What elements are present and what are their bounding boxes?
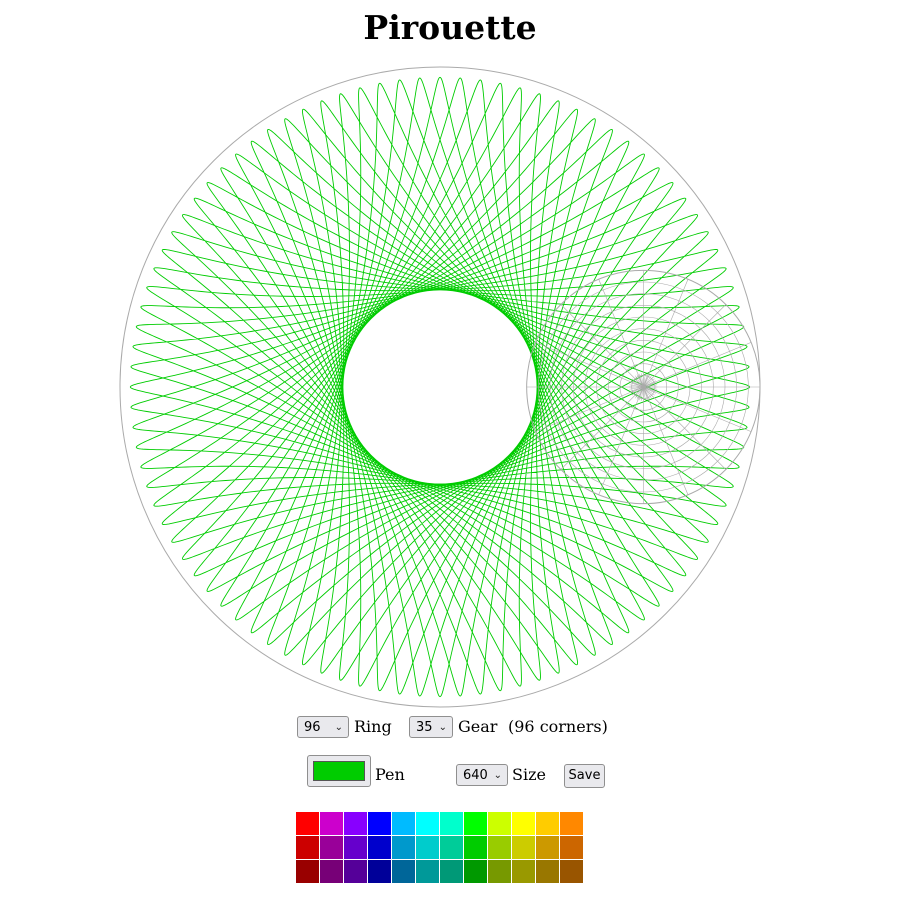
ring-select[interactable]: 96 ⌄ — [297, 716, 349, 738]
size-label: Size — [512, 765, 546, 784]
palette-swatch[interactable] — [536, 860, 559, 883]
palette-swatch[interactable] — [536, 836, 559, 859]
palette-swatch[interactable] — [368, 836, 391, 859]
palette-swatch[interactable] — [320, 836, 343, 859]
palette-swatch[interactable] — [392, 812, 415, 835]
gear-select-value: 35 — [416, 720, 433, 735]
page-title: Pirouette — [363, 8, 537, 47]
palette-swatch[interactable] — [344, 860, 367, 883]
save-button[interactable]: Save — [564, 764, 605, 788]
ring-select-value: 96 — [304, 720, 321, 735]
color-palette — [296, 812, 584, 884]
gear-guide — [526, 269, 761, 505]
palette-swatch[interactable] — [392, 836, 415, 859]
palette-swatch[interactable] — [464, 836, 487, 859]
ring-label: Ring — [354, 717, 392, 736]
palette-swatch[interactable] — [536, 812, 559, 835]
gear-spoke — [643, 304, 727, 388]
chevron-down-icon: ⌄ — [334, 722, 343, 733]
pen-color-swatch — [313, 761, 365, 781]
palette-swatch[interactable] — [464, 812, 487, 835]
pen-color-button[interactable] — [307, 755, 371, 787]
palette-swatch[interactable] — [512, 836, 535, 859]
size-select[interactable]: 640 ⌄ — [456, 764, 508, 786]
gear-spoke — [643, 279, 689, 388]
chevron-down-icon: ⌄ — [438, 722, 447, 733]
palette-swatch[interactable] — [440, 812, 463, 835]
corners-count: (96 corners) — [508, 717, 608, 736]
palette-swatch[interactable] — [560, 860, 583, 883]
gear-spoke — [643, 386, 689, 495]
palette-swatch[interactable] — [464, 860, 487, 883]
pen-label: Pen — [375, 765, 405, 784]
size-select-value: 640 — [463, 768, 488, 783]
palette-swatch[interactable] — [416, 812, 439, 835]
palette-swatch[interactable] — [368, 860, 391, 883]
palette-swatch[interactable] — [296, 836, 319, 859]
palette-swatch[interactable] — [392, 860, 415, 883]
palette-swatch[interactable] — [368, 812, 391, 835]
palette-swatch[interactable] — [416, 860, 439, 883]
palette-swatch[interactable] — [440, 836, 463, 859]
palette-swatch[interactable] — [488, 836, 511, 859]
palette-swatch[interactable] — [560, 812, 583, 835]
gear-label: Gear — [458, 717, 498, 736]
gear-select[interactable]: 35 ⌄ — [409, 716, 453, 738]
palette-swatch[interactable] — [320, 860, 343, 883]
drawing-canvas[interactable] — [0, 0, 900, 900]
palette-swatch[interactable] — [560, 836, 583, 859]
gear-spoke — [643, 386, 727, 470]
palette-swatch[interactable] — [488, 860, 511, 883]
chevron-down-icon: ⌄ — [493, 770, 502, 781]
palette-swatch[interactable] — [320, 812, 343, 835]
palette-swatch[interactable] — [512, 860, 535, 883]
palette-swatch[interactable] — [344, 812, 367, 835]
palette-swatch[interactable] — [296, 812, 319, 835]
palette-swatch[interactable] — [344, 836, 367, 859]
palette-swatch[interactable] — [416, 836, 439, 859]
palette-swatch[interactable] — [296, 860, 319, 883]
palette-swatch[interactable] — [488, 812, 511, 835]
palette-swatch[interactable] — [512, 812, 535, 835]
palette-swatch[interactable] — [440, 860, 463, 883]
